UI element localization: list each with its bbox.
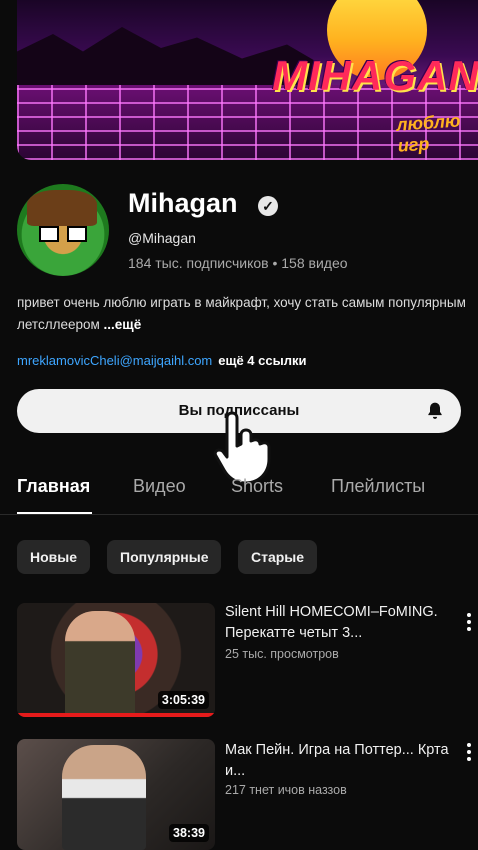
- banner-brand-text: MIHAGAN: [272, 52, 478, 99]
- active-tab-indicator: [17, 512, 92, 514]
- tab-videos[interactable]: Видео: [133, 476, 186, 497]
- description-text: привет очень люблю играть в майкрафт, хо…: [17, 295, 466, 332]
- more-links-button[interactable]: ещё 4 ссылки: [218, 353, 306, 368]
- video-title[interactable]: Silent Hill HOMECOMI–FoMING. Перекатте ч…: [225, 602, 455, 644]
- more-vert-icon[interactable]: [466, 743, 472, 765]
- channel-banner: MIHAGAN люблю игр: [17, 0, 478, 160]
- channel-name: Mihagan: [128, 188, 238, 218]
- banner-tagline: люблю игр: [395, 110, 462, 156]
- video-duration: 3:05:39: [157, 691, 209, 709]
- video-title[interactable]: Мак Пейн. Игра на Поттер... Крта и...: [225, 740, 455, 782]
- tab-home[interactable]: Главная: [17, 476, 90, 497]
- avatar-eye: [39, 226, 59, 242]
- chip-popular[interactable]: Популярные: [107, 540, 222, 574]
- video-meta: 217 тнет ичов наззов: [225, 783, 347, 797]
- channel-tabs: Главная Видео Shorts Плейлисты: [0, 470, 478, 515]
- avatar-eye: [67, 226, 87, 242]
- video-thumbnail[interactable]: 38:39: [17, 739, 215, 850]
- thumbnail-figure: [62, 745, 146, 850]
- channel-description[interactable]: привет очень люблю играть в майкрафт, хо…: [17, 292, 467, 336]
- tab-shorts[interactable]: Shorts: [231, 476, 283, 497]
- thumbnail-figure: [65, 611, 135, 717]
- description-more[interactable]: ...ещё: [100, 317, 142, 332]
- video-thumbnail[interactable]: 3:05:39: [17, 603, 215, 717]
- channel-links: mreklamovicCheli@maijqaihl.com ещё 4 ссыл…: [17, 353, 306, 368]
- chip-new[interactable]: Новые: [17, 540, 91, 574]
- chip-old[interactable]: Старые: [238, 540, 318, 574]
- avatar-hat: [27, 190, 97, 226]
- more-vert-icon[interactable]: [466, 613, 472, 635]
- video-meta: 25 тыс. просмотров: [225, 647, 339, 661]
- bell-icon[interactable]: [425, 400, 445, 422]
- verified-check-icon: ✓: [258, 196, 278, 216]
- video-duration: 38:39: [169, 824, 209, 842]
- watch-progress-bar: [17, 713, 215, 717]
- channel-handle: @Mihagan: [128, 230, 196, 246]
- channel-link[interactable]: mreklamovicCheli@maijqaihl.com: [17, 353, 212, 368]
- tab-playlists[interactable]: Плейлисты: [331, 476, 425, 497]
- avatar[interactable]: [17, 184, 109, 276]
- channel-stats: 184 тыс. подписчиков • 158 видео: [128, 255, 348, 271]
